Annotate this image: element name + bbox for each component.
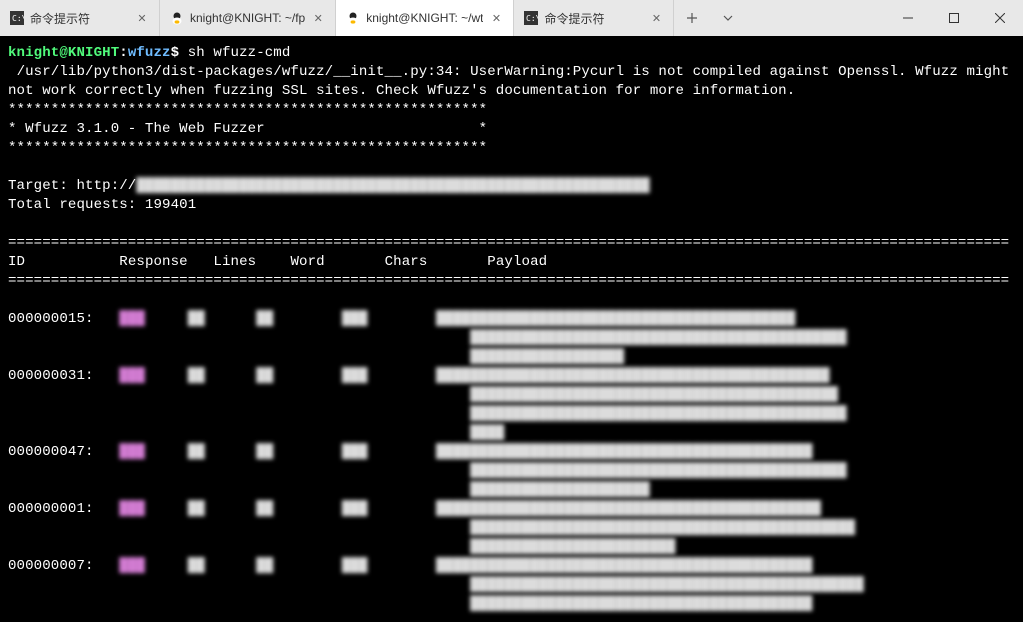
row-payload-cont: ████████████████████████████████████████…	[470, 519, 855, 538]
close-icon[interactable]: ✕	[489, 11, 503, 25]
tab-cmd-2[interactable]: C:\ 命令提示符 ✕	[514, 0, 674, 36]
row-payload: ████████████████████████████████████████…	[436, 367, 830, 386]
chevron-down-icon	[723, 13, 733, 23]
svg-text:C:\: C:\	[526, 14, 538, 23]
results-rows: 000000015: ███ ██ ██ ███ ███████████████…	[8, 310, 1015, 614]
row-payload-cont: ████████████████████████████████████████…	[470, 386, 838, 405]
minimize-button[interactable]	[885, 0, 931, 36]
row-payload-cont: ████████████████████████	[470, 538, 675, 557]
close-icon[interactable]: ✕	[311, 11, 325, 25]
prompt-dollar: $	[171, 45, 180, 61]
cmd-icon: C:\	[524, 11, 538, 25]
tab-wsl-active[interactable]: knight@KNIGHT: ~/wt ✕	[336, 0, 514, 36]
tab-label: knight@KNIGHT: ~/wt	[366, 11, 483, 25]
tab-cmd-1[interactable]: C:\ 命令提示符 ✕	[0, 0, 160, 36]
prompt-separator: :	[119, 45, 128, 61]
row-word: ██	[256, 557, 273, 576]
col-id: ID	[8, 254, 25, 270]
row-word: ██	[256, 443, 273, 462]
row-payload: ████████████████████████████████████████…	[436, 443, 813, 462]
row-payload: ████████████████████████████████████████…	[436, 310, 795, 329]
cmd-icon: C:\	[10, 11, 24, 25]
row-lines: ██	[188, 443, 205, 462]
col-word: Word	[290, 254, 324, 270]
row-chars: ███	[342, 367, 368, 386]
row-payload-cont: ████████████████████████████████████████…	[470, 462, 847, 481]
row-id: 000000015:	[8, 311, 94, 327]
row-word: ██	[256, 367, 273, 386]
close-icon[interactable]: ✕	[649, 11, 663, 25]
row-payload-cont: ██████████████████	[470, 348, 624, 367]
row-word: ██	[256, 310, 273, 329]
warning-text: /usr/lib/python3/dist-packages/wfuzz/__i…	[8, 63, 1015, 101]
row-id: 000000001:	[8, 501, 94, 517]
new-tab-button[interactable]	[674, 0, 710, 36]
row-lines: ██	[188, 310, 205, 329]
col-payload: Payload	[487, 254, 547, 270]
svg-text:C:\: C:\	[12, 14, 24, 23]
terminal-output[interactable]: knight@KNIGHT:wfuzz$ sh wfuzz-cmd /usr/l…	[0, 36, 1023, 622]
row-payload: ████████████████████████████████████████…	[436, 557, 813, 576]
row-lines: ██	[188, 500, 205, 519]
tab-wsl-1[interactable]: knight@KNIGHT: ~/fp ✕	[160, 0, 336, 36]
stars-line-top: ****************************************…	[8, 102, 487, 118]
tux-icon	[346, 11, 360, 25]
close-icon	[995, 13, 1005, 23]
col-lines: Lines	[213, 254, 256, 270]
col-chars: Chars	[385, 254, 428, 270]
hr-line-bottom: ========================================…	[8, 273, 1009, 289]
row-payload-cont: ████████████████████████████████████████…	[470, 576, 864, 595]
row-lines: ██	[188, 557, 205, 576]
row-payload-cont: ████	[470, 424, 504, 443]
row-response: ███	[119, 310, 145, 329]
row-response: ███	[119, 443, 145, 462]
row-id: 000000047:	[8, 444, 94, 460]
close-icon[interactable]: ✕	[135, 11, 149, 25]
plus-icon	[686, 12, 698, 24]
row-lines: ██	[188, 367, 205, 386]
maximize-icon	[949, 13, 959, 23]
tab-label: 命令提示符	[30, 10, 129, 27]
row-word: ██	[256, 500, 273, 519]
tab-label: 命令提示符	[544, 10, 643, 27]
minimize-icon	[903, 13, 913, 23]
row-id: 000000031:	[8, 368, 94, 384]
row-id: 000000007:	[8, 558, 94, 574]
tux-icon	[170, 11, 184, 25]
col-response: Response	[119, 254, 187, 270]
banner-line: * Wfuzz 3.1.0 - The Web Fuzzer *	[8, 121, 487, 137]
total-requests: Total requests: 199401	[8, 197, 196, 213]
row-response: ███	[119, 500, 145, 519]
prompt-userhost: knight@KNIGHT	[8, 45, 119, 61]
close-button[interactable]	[977, 0, 1023, 36]
window-controls	[885, 0, 1023, 36]
row-response: ███	[119, 367, 145, 386]
row-payload-cont: ████████████████████████████████████████…	[470, 405, 847, 424]
titlebar: C:\ 命令提示符 ✕ knight@KNIGHT: ~/fp ✕ knight…	[0, 0, 1023, 36]
row-payload-cont: █████████████████████	[470, 481, 650, 500]
target-label: Target: http://	[8, 178, 136, 194]
target-blur: ████████████████████████████████████████…	[136, 177, 649, 196]
tab-label: knight@KNIGHT: ~/fp	[190, 11, 305, 25]
stars-line-bottom: ****************************************…	[8, 140, 487, 156]
hr-line-top: ========================================…	[8, 235, 1009, 251]
row-chars: ███	[342, 443, 368, 462]
prompt-path: wfuzz	[128, 45, 171, 61]
row-chars: ███	[342, 500, 368, 519]
maximize-button[interactable]	[931, 0, 977, 36]
row-chars: ███	[342, 557, 368, 576]
row-payload-cont: ████████████████████████████████████████	[470, 595, 812, 614]
tab-dropdown-button[interactable]	[710, 0, 746, 36]
row-response: ███	[119, 557, 145, 576]
command-text: sh wfuzz-cmd	[188, 45, 291, 61]
row-chars: ███	[342, 310, 368, 329]
row-payload: ████████████████████████████████████████…	[436, 500, 821, 519]
tabs-container: C:\ 命令提示符 ✕ knight@KNIGHT: ~/fp ✕ knight…	[0, 0, 885, 36]
row-payload-cont: ████████████████████████████████████████…	[470, 329, 847, 348]
